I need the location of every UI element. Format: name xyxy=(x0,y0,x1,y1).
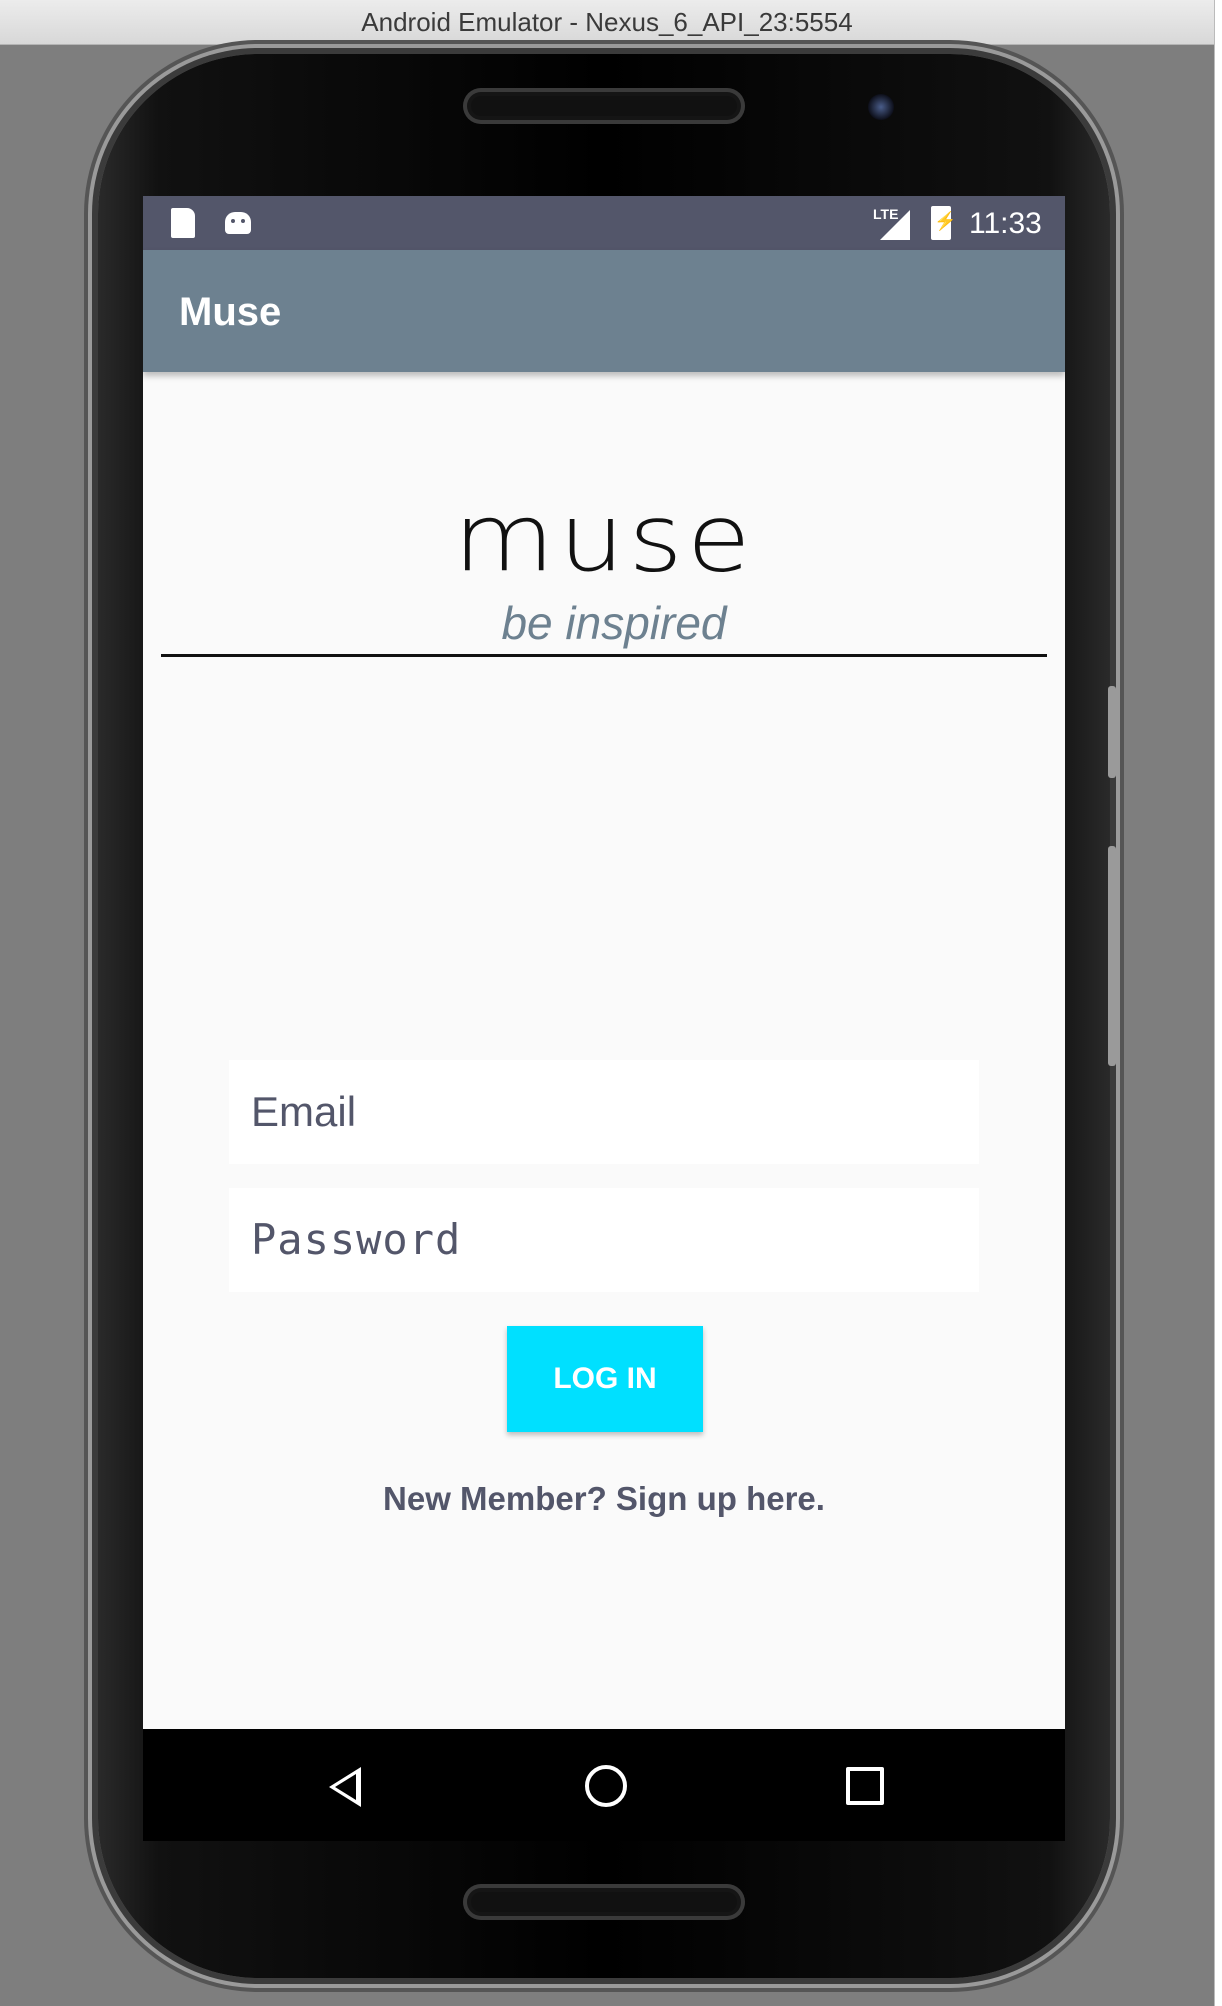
navigation-bar xyxy=(143,1729,1065,1841)
password-placeholder: Password xyxy=(251,1215,462,1264)
phone-screen: LTE 11:33 Muse muse be inspired Email Pa… xyxy=(143,196,1065,1729)
lte-signal-icon xyxy=(880,210,910,240)
battery-charging-icon xyxy=(931,206,956,240)
window-title: Android Emulator - Nexus_6_API_23:5554 xyxy=(361,7,853,37)
sd-card-icon xyxy=(171,208,195,238)
tagline: be inspired xyxy=(501,597,727,649)
app-title: Muse xyxy=(179,290,282,334)
back-icon[interactable] xyxy=(329,1767,361,1807)
window-titlebar[interactable]: Android Emulator - Nexus_6_API_23:5554 xyxy=(0,0,1214,45)
status-clock: 11:33 xyxy=(969,207,1042,240)
bottom-speaker xyxy=(463,1884,745,1920)
window-edge xyxy=(1214,0,1222,2006)
status-bar: LTE 11:33 xyxy=(143,196,1065,250)
app-bar: Muse xyxy=(143,250,1065,372)
volume-button[interactable] xyxy=(1108,846,1116,1066)
home-icon[interactable] xyxy=(585,1765,627,1807)
email-field[interactable]: Email xyxy=(229,1060,979,1164)
divider xyxy=(161,654,1047,657)
power-button[interactable] xyxy=(1108,686,1116,778)
email-placeholder: Email xyxy=(251,1088,357,1135)
top-speaker xyxy=(463,88,745,124)
login-button[interactable]: LOG IN xyxy=(507,1326,703,1432)
password-field[interactable]: Password xyxy=(229,1188,979,1292)
front-camera xyxy=(868,94,894,120)
recents-icon[interactable] xyxy=(846,1767,884,1805)
android-debug-icon xyxy=(225,212,251,234)
signup-link[interactable]: New Member? Sign up here. xyxy=(143,1480,1065,1518)
muse-logo: muse xyxy=(453,483,755,593)
